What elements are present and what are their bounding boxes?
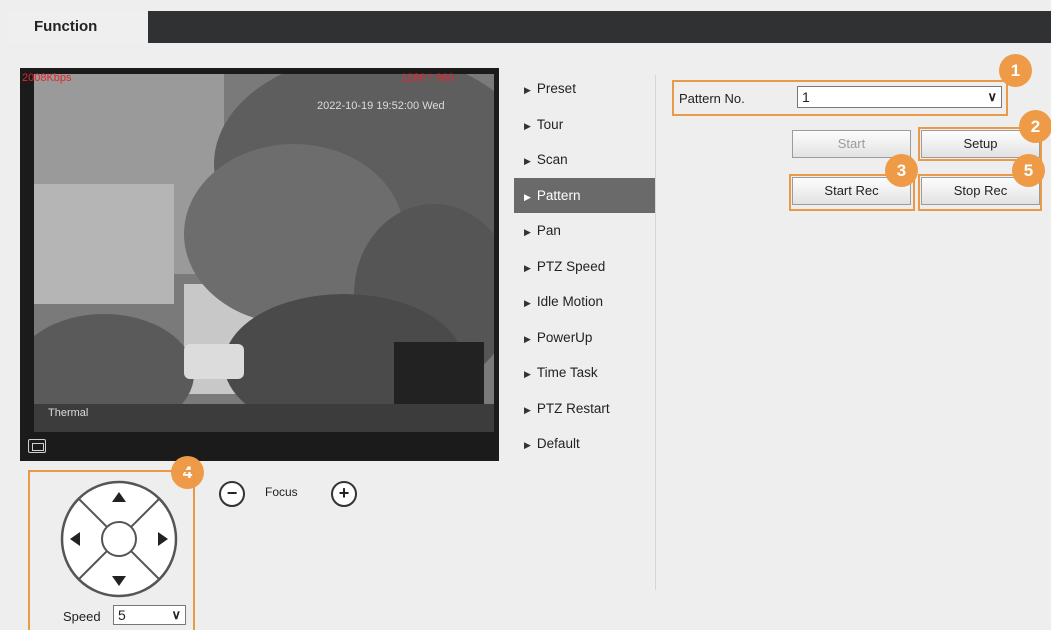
resolution-overlay: 1280 * 960: [401, 72, 455, 84]
ptz-direction-pad[interactable]: [55, 479, 183, 599]
menu-item-label: PTZ Speed: [536, 258, 606, 274]
menu-item-ptz-speed[interactable]: ▶ PTZ Speed: [514, 249, 655, 285]
triangle-right-icon: ▶: [524, 298, 531, 308]
menu-item-preset[interactable]: ▶ Preset: [514, 71, 655, 107]
menu-item-label: PTZ Restart: [536, 400, 610, 416]
triangle-right-icon: ▶: [524, 156, 531, 166]
pattern-no-label: Pattern No.: [679, 91, 745, 106]
pattern-no-value: 1: [802, 89, 810, 105]
triangle-right-icon: ▶: [524, 227, 531, 237]
speed-select[interactable]: 5 ∨: [113, 605, 186, 625]
triangle-right-icon: ▶: [524, 404, 531, 415]
callout-badge-1: 1: [999, 54, 1032, 87]
triangle-right-icon: ▶: [524, 440, 531, 450]
menu-item-pattern[interactable]: ▶ Pattern: [514, 177, 655, 213]
menu-item-powerup[interactable]: ▶ PowerUp: [514, 320, 655, 356]
tab-function[interactable]: Function: [8, 11, 148, 43]
top-tab-bar: [8, 11, 1051, 43]
channel-overlay: Thermal: [48, 407, 89, 419]
triangle-right-icon: ▶: [524, 191, 531, 202]
timestamp-overlay: 2022-10-19 19:52:00 Wed: [317, 100, 445, 112]
focus-minus-button[interactable]: −: [219, 481, 245, 507]
speed-value: 5: [118, 607, 126, 623]
menu-item-default[interactable]: ▶ Default: [514, 426, 655, 462]
menu-item-label: Pan: [536, 223, 561, 238]
window-icon[interactable]: [28, 439, 46, 453]
bitrate-overlay: 2008Kbps: [22, 72, 72, 84]
thermal-video-image: [34, 74, 494, 432]
menu-item-label: Preset: [536, 81, 576, 96]
menu-divider: [655, 75, 656, 590]
function-menu: ▶ Preset ▶ Tour ▶ Scan ▶ Pattern ▶ Pan ▶ PTZ Speed ▶…: [514, 71, 655, 462]
pattern-no-select[interactable]: 1 ∨: [797, 86, 1002, 108]
focus-label: Focus: [265, 485, 298, 499]
triangle-right-icon: ▶: [524, 369, 531, 379]
speed-label: Speed: [63, 609, 101, 624]
triangle-right-icon: ▶: [524, 85, 531, 95]
menu-item-scan[interactable]: ▶ Scan: [514, 142, 655, 178]
menu-item-label: Default: [536, 436, 580, 451]
chevron-down-icon: ∨: [987, 89, 997, 104]
menu-item-label: Pattern: [536, 187, 581, 203]
menu-item-time-task[interactable]: ▶ Time Task: [514, 355, 655, 391]
triangle-right-icon: ▶: [524, 333, 531, 344]
live-video-panel: 2008Kbps 1280 * 960 2022-10-19 19:52:00 …: [20, 68, 499, 461]
menu-item-ptz-restart[interactable]: ▶ PTZ Restart: [514, 391, 655, 427]
focus-plus-button[interactable]: +: [331, 481, 357, 507]
start-button[interactable]: Start: [792, 130, 911, 158]
menu-item-label: Tour: [536, 116, 564, 132]
callout-badge-2: 2: [1019, 110, 1051, 143]
menu-item-label: Scan: [536, 152, 568, 167]
callout-badge-5: 5: [1012, 154, 1045, 187]
callout-badge-3: 3: [885, 154, 918, 187]
triangle-right-icon: ▶: [524, 120, 531, 131]
menu-item-label: Time Task: [536, 365, 598, 380]
triangle-right-icon: ▶: [524, 262, 531, 273]
chevron-down-icon: ∨: [171, 607, 181, 622]
menu-item-pan[interactable]: ▶ Pan: [514, 213, 655, 249]
menu-item-label: PowerUp: [536, 329, 593, 345]
menu-item-tour[interactable]: ▶ Tour: [514, 107, 655, 143]
menu-item-idle-motion[interactable]: ▶ Idle Motion: [514, 284, 655, 320]
menu-item-label: Idle Motion: [536, 294, 603, 309]
